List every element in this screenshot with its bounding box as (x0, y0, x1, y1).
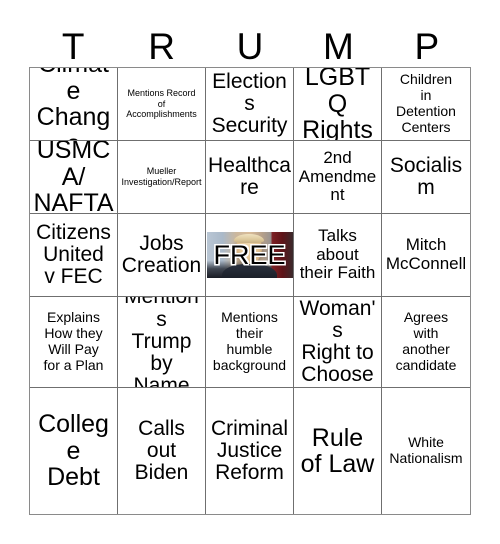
bingo-cell-label: LGBTQ Rights (302, 68, 373, 141)
bingo-cell-label: Children in Detention Centers (396, 71, 456, 135)
free-space-label: FREE (213, 239, 286, 270)
bingo-cell[interactable]: Socialism (382, 141, 470, 214)
bingo-cell-label: Explains How they Will Pay for a Plan (43, 309, 104, 373)
bingo-cell[interactable]: College Debt (30, 388, 118, 514)
header-letter-2: R (148, 26, 175, 67)
bingo-cell-label: Healthcare (208, 153, 291, 199)
bingo-cell-label: Citizens United v FEC (36, 220, 111, 289)
bingo-cell-label: Rule of Law (300, 423, 375, 478)
bingo-cell-label: College Debt (38, 410, 109, 492)
bingo-cell[interactable]: Calls out Biden (118, 388, 206, 514)
bingo-cell-label: USMCA/ NAFTA (33, 141, 114, 214)
bingo-cell-label: Criminal Justice Reform (210, 416, 288, 485)
bingo-cell[interactable]: 2nd Amendment (294, 141, 382, 214)
bingo-cell-label: Mentions Record of Accomplishments (126, 87, 197, 120)
bingo-cell[interactable]: White Nationalism (382, 388, 470, 514)
bingo-cell-label: White Nationalism (389, 434, 463, 466)
bingo-cell[interactable]: Mentions their humble background (206, 297, 294, 388)
bingo-cell-label: Socialism (389, 153, 463, 199)
free-space-photo: FREE (206, 232, 293, 278)
bingo-cell[interactable]: Children in Detention Centers (382, 68, 470, 141)
bingo-cell[interactable]: LGBTQ Rights (294, 68, 382, 141)
bingo-cell-label: Climate Change (36, 68, 111, 140)
bingo-cell[interactable]: Healthcare (206, 141, 294, 214)
header-letter-3: U (236, 26, 264, 67)
bingo-cell-label: Calls out Biden (134, 416, 189, 485)
bingo-header: T R U M P (29, 18, 471, 66)
header-letter-4: M (323, 26, 354, 67)
bingo-cell[interactable]: Elections Security (206, 68, 294, 141)
bingo-cell[interactable]: Talks about their Faith (294, 214, 382, 297)
bingo-cell[interactable]: Mentions Record of Accomplishments (118, 68, 206, 141)
bingo-cell-label: Agrees with another candidate (395, 309, 457, 373)
bingo-cell-label: Jobs Creation (121, 231, 202, 277)
bingo-cell-label: Talks about their Faith (299, 225, 376, 283)
bingo-cell-label: Mitch McConnell (385, 235, 467, 273)
bingo-cell-label: Mentions Trump by Name (124, 297, 199, 388)
bingo-free-space[interactable]: FREE (206, 214, 294, 297)
bingo-cell[interactable]: Rule of Law (294, 388, 382, 514)
bingo-card: T R U M P Climate Change Mentions Record… (0, 0, 500, 544)
bingo-cell-label: Elections Security (211, 69, 288, 138)
bingo-cell[interactable]: Explains How they Will Pay for a Plan (30, 297, 118, 388)
bingo-cell[interactable]: Criminal Justice Reform (206, 388, 294, 514)
bingo-cell[interactable]: Climate Change (30, 68, 118, 141)
bingo-cell[interactable]: Mueller Investigation/Report (118, 141, 206, 214)
header-letter-1: T (61, 26, 85, 67)
header-letter-5: P (414, 26, 440, 67)
bingo-cell[interactable]: Jobs Creation (118, 214, 206, 297)
bingo-grid: Climate Change Mentions Record of Accomp… (29, 67, 471, 515)
bingo-cell[interactable]: Citizens United v FEC (30, 214, 118, 297)
bingo-cell-label: 2nd Amendment (298, 147, 377, 205)
bingo-cell-label: Mueller Investigation/Report (121, 166, 202, 187)
bingo-cell[interactable]: Woman's Right to Choose (294, 297, 382, 388)
bingo-cell[interactable]: Agrees with another candidate (382, 297, 470, 388)
bingo-cell[interactable]: Mentions Trump by Name (118, 297, 206, 388)
bingo-cell[interactable]: Mitch McConnell (382, 214, 470, 297)
bingo-cell[interactable]: USMCA/ NAFTA (30, 141, 118, 214)
bingo-cell-label: Woman's Right to Choose (299, 297, 376, 387)
bingo-cell-label: Mentions their humble background (212, 309, 287, 373)
